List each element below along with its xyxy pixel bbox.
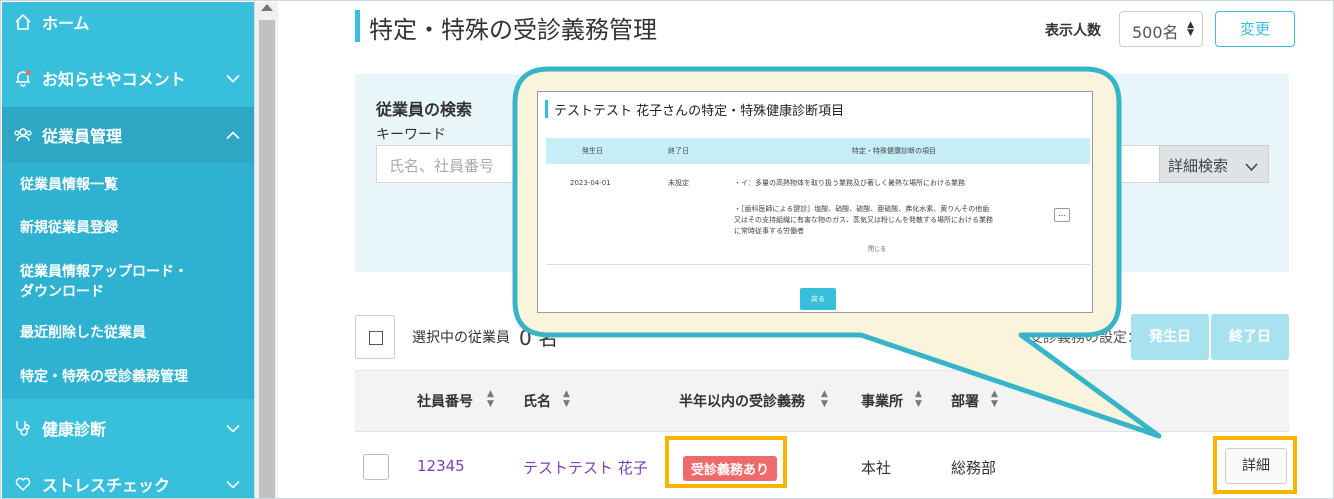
popup-end-date: 未設定 [668,179,689,187]
popup-table-header: 発生日 終了日 特定・特殊健康診断の項目 [546,138,1090,164]
popup-item-1: ・イ：多量の高熱物体を取り扱う業務及び著しく暑熱な場所における業務 [734,179,965,187]
popup-divider [546,264,1090,265]
popup-start-date: 2023-04-01 [570,179,611,187]
popup-accent-bar [545,100,548,118]
popup-back-button[interactable]: 戻る [800,288,836,310]
app-window: ホーム お知らせやコメント 従業員管理 従業員情報一覧 新規従業員登録 従業員情… [0,0,1334,499]
popup-header-end: 終了日 [668,147,689,155]
popup-title: テストテスト 花子さんの特定・特殊健康診断項目 [554,104,845,119]
popup-item-2: ・［歯科医師による健診］塩酸、硝酸、硫酸、亜硫酸、弗化水素、黄りんその他歯又はそ… [734,205,993,235]
popup-close-link[interactable]: 閉じる [868,244,886,253]
popup-header-items: 特定・特殊健康診断の項目 [852,147,936,155]
popup-more-button[interactable]: … [1054,208,1070,222]
detail-popup: テストテスト 花子さんの特定・特殊健康診断項目 発生日 終了日 特定・特殊健康診… [537,91,1093,313]
popup-header-start: 発生日 [582,147,603,155]
